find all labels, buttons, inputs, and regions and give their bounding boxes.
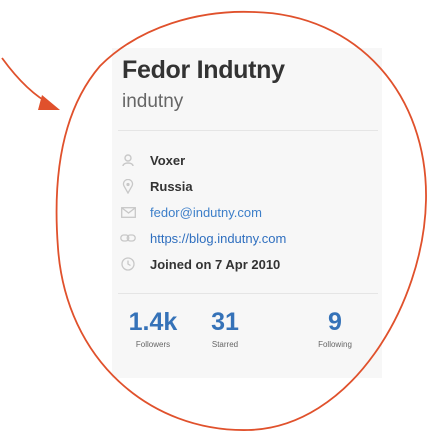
starred-label[interactable]: Starred: [190, 340, 260, 349]
organization-icon: [118, 152, 138, 168]
clock-icon: [118, 256, 138, 272]
profile-details: Voxer Russia fedor@indutny.com https://b…: [118, 147, 378, 277]
email-link[interactable]: fedor@indutny.com: [150, 205, 262, 220]
starred-count[interactable]: 31: [190, 308, 260, 336]
profile-screenshot: Fedor Indutny indutny Voxer Russia fedor…: [0, 0, 433, 433]
stat-following[interactable]: 9 Following: [300, 308, 370, 349]
following-label[interactable]: Following: [300, 340, 370, 349]
followers-label[interactable]: Followers: [118, 340, 188, 349]
divider: [118, 130, 378, 131]
detail-organization: Voxer: [118, 147, 378, 173]
link-icon: [118, 230, 138, 246]
followers-count[interactable]: 1.4k: [118, 308, 188, 336]
detail-joined: Joined on 7 Apr 2010: [118, 251, 378, 277]
detail-email[interactable]: fedor@indutny.com: [118, 199, 378, 225]
profile-username: indutny: [122, 91, 184, 112]
detail-website[interactable]: https://blog.indutny.com: [118, 225, 378, 251]
annotation-arrowhead: [38, 95, 60, 110]
following-count[interactable]: 9: [300, 308, 370, 336]
stat-starred[interactable]: 31 Starred: [190, 308, 260, 349]
location-text: Russia: [150, 178, 193, 194]
website-link[interactable]: https://blog.indutny.com: [150, 231, 286, 246]
divider: [118, 293, 378, 294]
detail-location: Russia: [118, 173, 378, 199]
joined-text: Joined on 7 Apr 2010: [150, 256, 281, 272]
stat-followers[interactable]: 1.4k Followers: [118, 308, 188, 349]
profile-fullname: Fedor Indutny: [122, 56, 285, 84]
organization-text: Voxer: [150, 152, 186, 168]
location-pin-icon: [118, 178, 138, 194]
profile-stats: 1.4k Followers 31 Starred 9 Following: [118, 308, 378, 358]
mail-icon: [118, 204, 138, 220]
annotation-arrow-line: [1, 57, 53, 106]
